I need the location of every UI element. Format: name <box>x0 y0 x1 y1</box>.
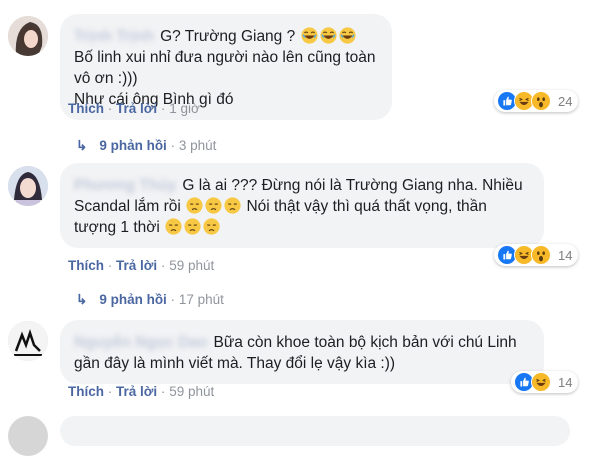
reaction-count: 14 <box>558 374 573 390</box>
disappointed-emoji-icon <box>186 197 203 214</box>
next-comment-bubble <box>60 416 570 446</box>
author-name[interactable]: Trịnh Trịnh <box>74 26 154 47</box>
haha-reaction-icon <box>532 373 550 391</box>
comment-bubble: Phương Thủy G là ai ??? Đừng nói là Trườn… <box>60 163 544 248</box>
replies-count-link[interactable]: 9 phản hồi <box>99 292 167 307</box>
reaction-summary[interactable]: 24 <box>494 90 579 112</box>
separator: · <box>170 138 176 153</box>
separator: · <box>107 258 113 273</box>
reaction-summary[interactable]: 14 <box>494 244 579 266</box>
laughing-emoji-icon <box>301 27 318 44</box>
avatar-photo <box>8 321 48 361</box>
avatar[interactable] <box>8 321 48 361</box>
separator: · <box>160 258 166 273</box>
laughing-emoji-icon <box>339 27 356 44</box>
timestamp[interactable]: 59 phút <box>169 258 214 273</box>
reply-link[interactable]: Trả lời <box>116 258 157 273</box>
avatar[interactable] <box>8 16 48 56</box>
disappointed-emoji-icon <box>203 218 220 235</box>
comment-bubble: Nguyễn Ngọc Dao Bữa còn khoe toàn bộ kịch… <box>60 320 544 384</box>
separator: · <box>107 101 113 116</box>
separator: · <box>160 101 166 116</box>
reaction-count: 24 <box>558 93 573 109</box>
avatar[interactable] <box>8 166 48 206</box>
comment-text: G? Trường Giang ? <box>160 28 296 45</box>
reply-time: 3 phút <box>178 138 217 153</box>
avatar-photo <box>8 166 48 206</box>
separator: · <box>160 384 166 399</box>
timestamp[interactable]: 1 giờ <box>169 101 200 116</box>
reply-arrow-icon: ↳ <box>76 138 88 153</box>
separator: · <box>107 384 113 399</box>
author-name[interactable]: Nguyễn Ngọc Dao <box>74 332 207 353</box>
next-comment-avatar <box>8 416 48 456</box>
reply-time: 17 phút <box>178 292 224 307</box>
disappointed-emoji-icon <box>205 197 222 214</box>
like-link[interactable]: Thích <box>68 101 104 116</box>
reaction-count: 14 <box>558 247 573 263</box>
reply-link[interactable]: Trả lời <box>116 101 157 116</box>
reply-arrow-icon: ↳ <box>76 292 88 307</box>
separator: · <box>170 292 176 307</box>
timestamp[interactable]: 59 phút <box>169 384 214 399</box>
comment-actions: Thích · Trả lời · 59 phút <box>68 384 214 399</box>
like-link[interactable]: Thích <box>68 384 104 399</box>
reaction-summary[interactable]: 14 <box>511 371 579 393</box>
replies-count-link[interactable]: 9 phản hồi <box>99 138 167 153</box>
view-replies[interactable]: ↳ 9 phản hồi · 17 phút <box>76 292 224 308</box>
disappointed-emoji-icon <box>224 197 241 214</box>
avatar-photo <box>8 16 48 56</box>
view-replies[interactable]: ↳ 9 phản hồi · 3 phút <box>76 138 216 154</box>
wow-reaction-icon <box>532 92 550 110</box>
comment-actions: Thích · Trả lời · 59 phút <box>68 258 214 273</box>
wow-reaction-icon <box>532 246 550 264</box>
comment-actions: Thích · Trả lời · 1 giờ <box>68 101 200 116</box>
like-link[interactable]: Thích <box>68 258 104 273</box>
disappointed-emoji-icon <box>184 218 201 235</box>
comment-text: Bố linh xui nhỉ đưa người nào lên cũng t… <box>74 49 376 87</box>
laughing-emoji-icon <box>320 27 337 44</box>
reply-link[interactable]: Trả lời <box>116 384 157 399</box>
disappointed-emoji-icon <box>165 218 182 235</box>
author-name[interactable]: Phương Thủy <box>74 175 176 196</box>
